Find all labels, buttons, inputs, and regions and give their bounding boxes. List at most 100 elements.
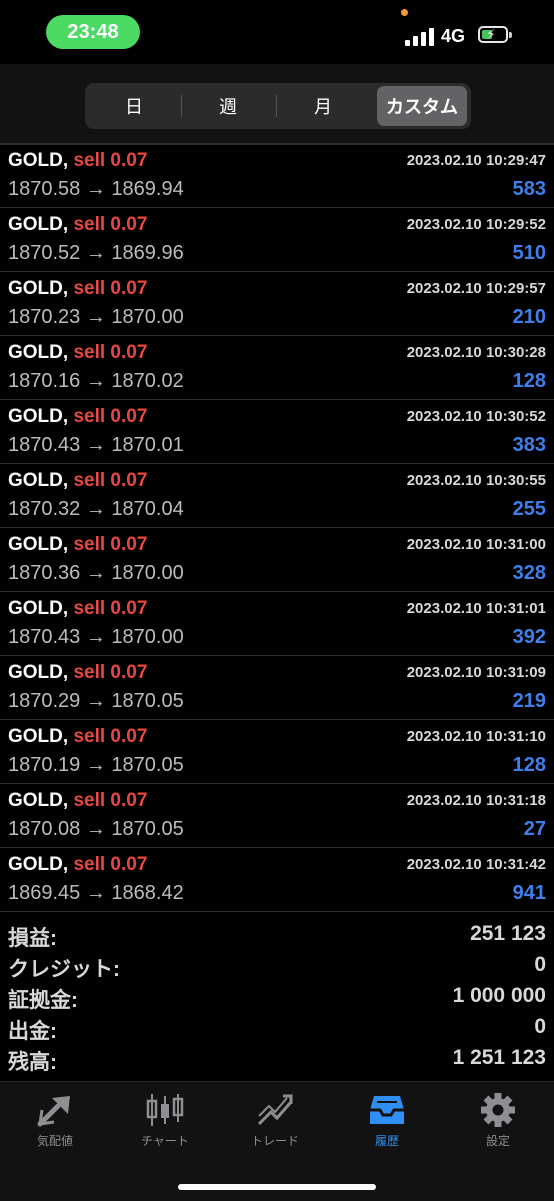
- trade-profit: 128: [512, 370, 546, 392]
- trade-symbol: GOLD, sell 0.07: [8, 278, 147, 300]
- trade-profit: 255: [512, 498, 546, 520]
- tab-trade[interactable]: トレード: [225, 1092, 325, 1152]
- summary-row: 出金: 0: [0, 1013, 554, 1044]
- close-price: 1870.02: [111, 370, 184, 392]
- trade-row[interactable]: GOLD, sell 0.07 2023.02.10 10:31:10 1870.1…: [0, 720, 554, 784]
- period-header: 日 週 月 カスタム: [0, 64, 554, 145]
- trade-side-volume: sell 0.07: [73, 278, 148, 299]
- summary-label: 証拠金:: [8, 989, 78, 1012]
- trade-prices: 1870.43 → 1870.01: [8, 434, 184, 457]
- arrow-icon: →: [85, 242, 106, 264]
- trade-time: 2023.02.10 10:31:18: [406, 792, 546, 809]
- trade-prices: 1870.19 → 1870.05: [8, 754, 184, 777]
- home-indicator: [178, 1184, 376, 1190]
- open-price: 1870.29: [8, 690, 81, 712]
- gear-icon: [448, 1092, 548, 1128]
- arrow-icon: →: [85, 690, 106, 712]
- segment-week[interactable]: 週: [182, 86, 274, 126]
- arrow-icon: →: [85, 306, 106, 328]
- segment-custom[interactable]: カスタム: [377, 86, 467, 126]
- trade-time: 2023.02.10 10:31:09: [406, 664, 546, 681]
- tab-chart[interactable]: チャート: [115, 1092, 215, 1152]
- trade-side-volume: sell 0.07: [73, 470, 148, 491]
- trade-prices: 1869.45 → 1868.42: [8, 882, 184, 905]
- symbol-name: GOLD,: [8, 342, 69, 363]
- arrow-icon: →: [85, 882, 106, 904]
- trade-symbol: GOLD, sell 0.07: [8, 662, 147, 684]
- trade-prices: 1870.32 → 1870.04: [8, 498, 184, 521]
- arrow-icon: →: [85, 178, 106, 200]
- symbol-name: GOLD,: [8, 278, 69, 299]
- trade-row[interactable]: GOLD, sell 0.07 2023.02.10 10:31:42 1869.4…: [0, 848, 554, 912]
- trade-side-volume: sell 0.07: [73, 214, 148, 235]
- trade-row[interactable]: GOLD, sell 0.07 2023.02.10 10:31:18 1870.0…: [0, 784, 554, 848]
- trade-profit: 583: [512, 178, 546, 200]
- account-summary: 損益: 251 123 クレジット: 0 証拠金: 1 000 000 出金: 0 残高: 1 2…: [0, 920, 554, 1075]
- open-price: 1870.52: [8, 242, 81, 264]
- trade-side-volume: sell 0.07: [73, 534, 148, 555]
- trade-time: 2023.02.10 10:31:42: [406, 856, 546, 873]
- trade-row[interactable]: GOLD, sell 0.07 2023.02.10 10:30:55 1870.3…: [0, 464, 554, 528]
- symbol-name: GOLD,: [8, 662, 69, 683]
- trade-symbol: GOLD, sell 0.07: [8, 790, 147, 812]
- network-type: 4G: [441, 26, 466, 46]
- segment-day[interactable]: 日: [88, 86, 180, 126]
- summary-row: 残高: 1 251 123: [0, 1044, 554, 1075]
- privacy-indicator-dot: [401, 9, 408, 16]
- trade-time: 2023.02.10 10:31:01: [406, 600, 546, 617]
- trade-row[interactable]: GOLD, sell 0.07 2023.02.10 10:29:52 1870.5…: [0, 208, 554, 272]
- symbol-name: GOLD,: [8, 214, 69, 235]
- tab-settings[interactable]: 設定: [448, 1092, 548, 1152]
- summary-value: 1 000 000: [452, 984, 546, 1007]
- arrow-icon: →: [85, 818, 106, 840]
- trade-row[interactable]: GOLD, sell 0.07 2023.02.10 10:31:09 1870.2…: [0, 656, 554, 720]
- close-price: 1870.04: [111, 498, 184, 520]
- trade-row[interactable]: GOLD, sell 0.07 2023.02.10 10:29:57 1870.2…: [0, 272, 554, 336]
- trade-side-volume: sell 0.07: [73, 662, 148, 683]
- close-price: 1870.05: [111, 818, 184, 840]
- trade-side-volume: sell 0.07: [73, 406, 148, 427]
- open-price: 1870.43: [8, 434, 81, 456]
- summary-label: 損益:: [8, 927, 57, 950]
- trade-profit: 941: [512, 882, 546, 904]
- trade-time: 2023.02.10 10:31:00: [406, 536, 546, 553]
- segment-month[interactable]: 月: [277, 86, 369, 126]
- trade-prices: 1870.29 → 1870.05: [8, 690, 184, 713]
- arrow-icon: →: [85, 434, 106, 456]
- history-inbox-icon: [337, 1092, 437, 1128]
- tab-quotes[interactable]: 気配値: [5, 1092, 105, 1152]
- period-segmented-control: 日 週 月 カスタム: [85, 83, 471, 129]
- symbol-name: GOLD,: [8, 726, 69, 747]
- symbol-name: GOLD,: [8, 406, 69, 427]
- close-price: 1870.00: [111, 626, 184, 648]
- trade-row[interactable]: GOLD, sell 0.07 2023.02.10 10:29:47 1870.5…: [0, 144, 554, 208]
- arrow-icon: →: [85, 562, 106, 584]
- open-price: 1870.23: [8, 306, 81, 328]
- trade-row[interactable]: GOLD, sell 0.07 2023.02.10 10:30:52 1870.4…: [0, 400, 554, 464]
- status-bar: 23:48 4G ⚡: [0, 0, 554, 64]
- trade-row[interactable]: GOLD, sell 0.07 2023.02.10 10:31:00 1870.3…: [0, 528, 554, 592]
- trade-history-list: GOLD, sell 0.07 2023.02.10 10:29:47 1870.5…: [0, 144, 554, 912]
- status-time: 23:48: [46, 15, 140, 49]
- close-price: 1870.01: [111, 434, 184, 456]
- trade-profit: 128: [512, 754, 546, 776]
- trade-profit: 27: [523, 818, 546, 840]
- candlestick-chart-icon: [115, 1092, 215, 1128]
- summary-value: 0: [534, 1015, 546, 1038]
- open-price: 1869.45: [8, 882, 81, 904]
- trade-row[interactable]: GOLD, sell 0.07 2023.02.10 10:30:28 1870.1…: [0, 336, 554, 400]
- tab-history[interactable]: 履歴: [337, 1092, 437, 1152]
- trade-profit: 219: [512, 690, 546, 712]
- trade-side-volume: sell 0.07: [73, 854, 148, 875]
- trade-time: 2023.02.10 10:30:28: [406, 344, 546, 361]
- battery-icon: ⚡: [478, 26, 508, 43]
- trade-profit: 328: [512, 562, 546, 584]
- trade-profit: 392: [512, 626, 546, 648]
- trade-symbol: GOLD, sell 0.07: [8, 406, 147, 428]
- trade-row[interactable]: GOLD, sell 0.07 2023.02.10 10:31:01 1870.4…: [0, 592, 554, 656]
- symbol-name: GOLD,: [8, 854, 69, 875]
- symbol-name: GOLD,: [8, 470, 69, 491]
- trade-prices: 1870.36 → 1870.00: [8, 562, 184, 585]
- open-price: 1870.43: [8, 626, 81, 648]
- summary-row: クレジット: 0: [0, 951, 554, 982]
